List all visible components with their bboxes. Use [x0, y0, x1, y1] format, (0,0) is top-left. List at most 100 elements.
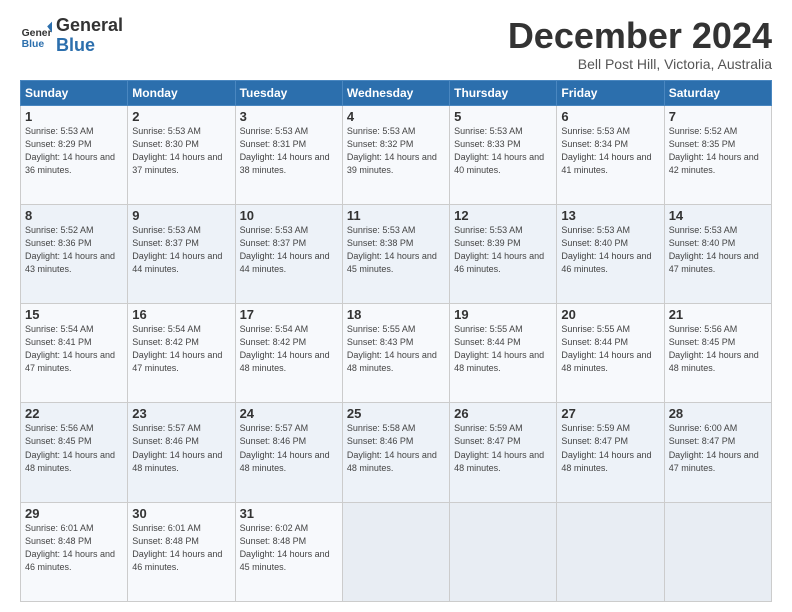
day-number: 29 — [25, 506, 123, 521]
day-info: Sunrise: 5:53 AMSunset: 8:39 PMDaylight:… — [454, 224, 552, 276]
week-row-5: 29Sunrise: 6:01 AMSunset: 8:48 PMDayligh… — [21, 502, 772, 601]
day-number: 9 — [132, 208, 230, 223]
calendar-cell: 22Sunrise: 5:56 AMSunset: 8:45 PMDayligh… — [21, 403, 128, 502]
day-number: 31 — [240, 506, 338, 521]
calendar-cell: 15Sunrise: 5:54 AMSunset: 8:41 PMDayligh… — [21, 304, 128, 403]
day-number: 4 — [347, 109, 445, 124]
calendar-cell: 2Sunrise: 5:53 AMSunset: 8:30 PMDaylight… — [128, 105, 235, 204]
logo-line2: Blue — [56, 36, 123, 56]
calendar-cell: 25Sunrise: 5:58 AMSunset: 8:46 PMDayligh… — [342, 403, 449, 502]
header-day-monday: Monday — [128, 80, 235, 105]
day-info: Sunrise: 5:59 AMSunset: 8:47 PMDaylight:… — [561, 422, 659, 474]
calendar-cell: 27Sunrise: 5:59 AMSunset: 8:47 PMDayligh… — [557, 403, 664, 502]
day-number: 10 — [240, 208, 338, 223]
calendar-cell: 10Sunrise: 5:53 AMSunset: 8:37 PMDayligh… — [235, 204, 342, 303]
day-number: 22 — [25, 406, 123, 421]
day-number: 12 — [454, 208, 552, 223]
day-number: 6 — [561, 109, 659, 124]
day-number: 13 — [561, 208, 659, 223]
day-number: 7 — [669, 109, 767, 124]
day-info: Sunrise: 5:54 AMSunset: 8:42 PMDaylight:… — [240, 323, 338, 375]
calendar-cell: 6Sunrise: 5:53 AMSunset: 8:34 PMDaylight… — [557, 105, 664, 204]
calendar-cell — [342, 502, 449, 601]
calendar-cell: 28Sunrise: 6:00 AMSunset: 8:47 PMDayligh… — [664, 403, 771, 502]
day-info: Sunrise: 5:53 AMSunset: 8:37 PMDaylight:… — [240, 224, 338, 276]
week-row-3: 15Sunrise: 5:54 AMSunset: 8:41 PMDayligh… — [21, 304, 772, 403]
day-info: Sunrise: 6:01 AMSunset: 8:48 PMDaylight:… — [25, 522, 123, 574]
day-info: Sunrise: 5:53 AMSunset: 8:33 PMDaylight:… — [454, 125, 552, 177]
day-info: Sunrise: 5:52 AMSunset: 8:36 PMDaylight:… — [25, 224, 123, 276]
header-day-saturday: Saturday — [664, 80, 771, 105]
calendar-cell: 14Sunrise: 5:53 AMSunset: 8:40 PMDayligh… — [664, 204, 771, 303]
day-number: 1 — [25, 109, 123, 124]
day-number: 2 — [132, 109, 230, 124]
day-info: Sunrise: 5:56 AMSunset: 8:45 PMDaylight:… — [25, 422, 123, 474]
calendar-cell: 8Sunrise: 5:52 AMSunset: 8:36 PMDaylight… — [21, 204, 128, 303]
day-number: 14 — [669, 208, 767, 223]
day-number: 16 — [132, 307, 230, 322]
day-info: Sunrise: 5:53 AMSunset: 8:40 PMDaylight:… — [561, 224, 659, 276]
day-number: 20 — [561, 307, 659, 322]
header-day-tuesday: Tuesday — [235, 80, 342, 105]
day-info: Sunrise: 5:53 AMSunset: 8:30 PMDaylight:… — [132, 125, 230, 177]
header-day-friday: Friday — [557, 80, 664, 105]
week-row-1: 1Sunrise: 5:53 AMSunset: 8:29 PMDaylight… — [21, 105, 772, 204]
day-number: 11 — [347, 208, 445, 223]
day-number: 27 — [561, 406, 659, 421]
day-info: Sunrise: 5:57 AMSunset: 8:46 PMDaylight:… — [240, 422, 338, 474]
calendar-cell: 13Sunrise: 5:53 AMSunset: 8:40 PMDayligh… — [557, 204, 664, 303]
day-info: Sunrise: 5:52 AMSunset: 8:35 PMDaylight:… — [669, 125, 767, 177]
day-number: 24 — [240, 406, 338, 421]
calendar-cell: 5Sunrise: 5:53 AMSunset: 8:33 PMDaylight… — [450, 105, 557, 204]
day-info: Sunrise: 5:53 AMSunset: 8:32 PMDaylight:… — [347, 125, 445, 177]
page: General Blue General Blue December 2024 … — [0, 0, 792, 612]
logo-text: General Blue — [56, 16, 123, 56]
day-info: Sunrise: 6:02 AMSunset: 8:48 PMDaylight:… — [240, 522, 338, 574]
calendar-cell: 29Sunrise: 6:01 AMSunset: 8:48 PMDayligh… — [21, 502, 128, 601]
logo: General Blue General Blue — [20, 16, 123, 56]
calendar-cell: 21Sunrise: 5:56 AMSunset: 8:45 PMDayligh… — [664, 304, 771, 403]
day-number: 15 — [25, 307, 123, 322]
svg-text:General: General — [22, 28, 52, 39]
calendar-cell: 30Sunrise: 6:01 AMSunset: 8:48 PMDayligh… — [128, 502, 235, 601]
location-subtitle: Bell Post Hill, Victoria, Australia — [508, 56, 772, 72]
header-day-thursday: Thursday — [450, 80, 557, 105]
calendar-cell: 12Sunrise: 5:53 AMSunset: 8:39 PMDayligh… — [450, 204, 557, 303]
calendar-cell — [450, 502, 557, 601]
calendar-body: 1Sunrise: 5:53 AMSunset: 8:29 PMDaylight… — [21, 105, 772, 601]
day-info: Sunrise: 5:55 AMSunset: 8:44 PMDaylight:… — [454, 323, 552, 375]
day-number: 30 — [132, 506, 230, 521]
calendar-cell — [664, 502, 771, 601]
week-row-2: 8Sunrise: 5:52 AMSunset: 8:36 PMDaylight… — [21, 204, 772, 303]
day-info: Sunrise: 6:01 AMSunset: 8:48 PMDaylight:… — [132, 522, 230, 574]
calendar-header: SundayMondayTuesdayWednesdayThursdayFrid… — [21, 80, 772, 105]
week-row-4: 22Sunrise: 5:56 AMSunset: 8:45 PMDayligh… — [21, 403, 772, 502]
day-info: Sunrise: 5:54 AMSunset: 8:42 PMDaylight:… — [132, 323, 230, 375]
calendar-cell: 19Sunrise: 5:55 AMSunset: 8:44 PMDayligh… — [450, 304, 557, 403]
calendar-cell: 11Sunrise: 5:53 AMSunset: 8:38 PMDayligh… — [342, 204, 449, 303]
calendar-cell — [557, 502, 664, 601]
calendar-cell: 20Sunrise: 5:55 AMSunset: 8:44 PMDayligh… — [557, 304, 664, 403]
day-info: Sunrise: 5:53 AMSunset: 8:38 PMDaylight:… — [347, 224, 445, 276]
day-info: Sunrise: 5:55 AMSunset: 8:43 PMDaylight:… — [347, 323, 445, 375]
header-day-sunday: Sunday — [21, 80, 128, 105]
calendar-cell: 26Sunrise: 5:59 AMSunset: 8:47 PMDayligh… — [450, 403, 557, 502]
calendar-table: SundayMondayTuesdayWednesdayThursdayFrid… — [20, 80, 772, 602]
header-row: SundayMondayTuesdayWednesdayThursdayFrid… — [21, 80, 772, 105]
day-number: 5 — [454, 109, 552, 124]
calendar-cell: 7Sunrise: 5:52 AMSunset: 8:35 PMDaylight… — [664, 105, 771, 204]
logo-line1: General — [56, 16, 123, 36]
calendar-cell: 9Sunrise: 5:53 AMSunset: 8:37 PMDaylight… — [128, 204, 235, 303]
day-number: 19 — [454, 307, 552, 322]
day-info: Sunrise: 5:53 AMSunset: 8:34 PMDaylight:… — [561, 125, 659, 177]
calendar-cell: 24Sunrise: 5:57 AMSunset: 8:46 PMDayligh… — [235, 403, 342, 502]
day-number: 8 — [25, 208, 123, 223]
svg-text:Blue: Blue — [22, 39, 45, 50]
day-info: Sunrise: 5:59 AMSunset: 8:47 PMDaylight:… — [454, 422, 552, 474]
day-number: 17 — [240, 307, 338, 322]
header-day-wednesday: Wednesday — [342, 80, 449, 105]
logo-icon: General Blue — [20, 20, 52, 52]
calendar-cell: 3Sunrise: 5:53 AMSunset: 8:31 PMDaylight… — [235, 105, 342, 204]
title-block: December 2024 Bell Post Hill, Victoria, … — [508, 16, 772, 72]
calendar-cell: 16Sunrise: 5:54 AMSunset: 8:42 PMDayligh… — [128, 304, 235, 403]
